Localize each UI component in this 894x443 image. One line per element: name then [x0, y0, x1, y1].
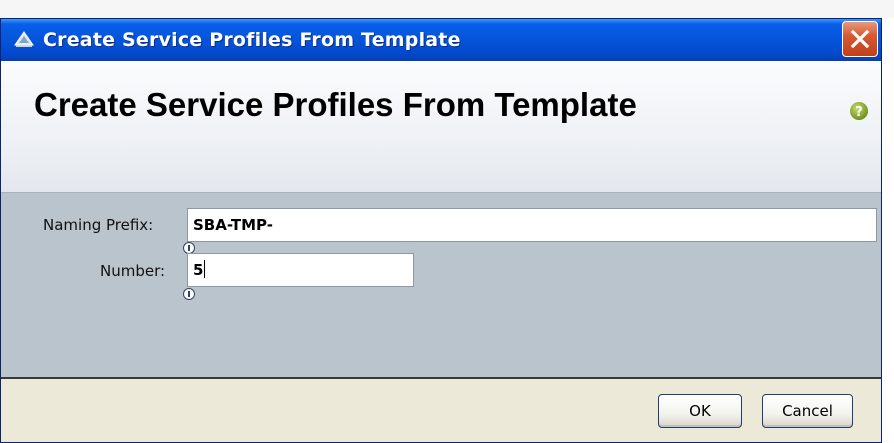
title-bar[interactable]: Create Service Profiles From Template [1, 19, 881, 61]
number-input[interactable]: 5 [187, 253, 414, 287]
window-title: Create Service Profiles From Template [43, 29, 461, 51]
number-value: 5 [193, 261, 204, 279]
background-strip [0, 0, 894, 18]
button-bar: OK Cancel [1, 377, 881, 442]
cancel-button[interactable]: Cancel [762, 394, 853, 428]
help-icon[interactable]: ? [849, 101, 869, 121]
close-button[interactable] [842, 21, 878, 57]
naming-prefix-value: SBA-TMP- [193, 216, 273, 234]
dialog-window: Create Service Profiles From Template Cr… [0, 18, 882, 443]
page-title: Create Service Profiles From Template [34, 86, 637, 123]
number-label: Number: [100, 262, 166, 280]
close-icon [850, 29, 870, 49]
text-cursor [204, 260, 206, 278]
form-panel: Naming Prefix: SBA-TMP- Number: 5 [1, 192, 881, 378]
ok-button[interactable]: OK [658, 394, 742, 428]
service-profile-template-icon [14, 31, 34, 47]
naming-prefix-input[interactable]: SBA-TMP- [187, 208, 877, 242]
number-info-icon [183, 288, 195, 300]
header-panel: Create Service Profiles From Template ? [1, 61, 881, 192]
svg-text:?: ? [855, 105, 863, 120]
naming-prefix-label: Naming Prefix: [43, 216, 154, 234]
